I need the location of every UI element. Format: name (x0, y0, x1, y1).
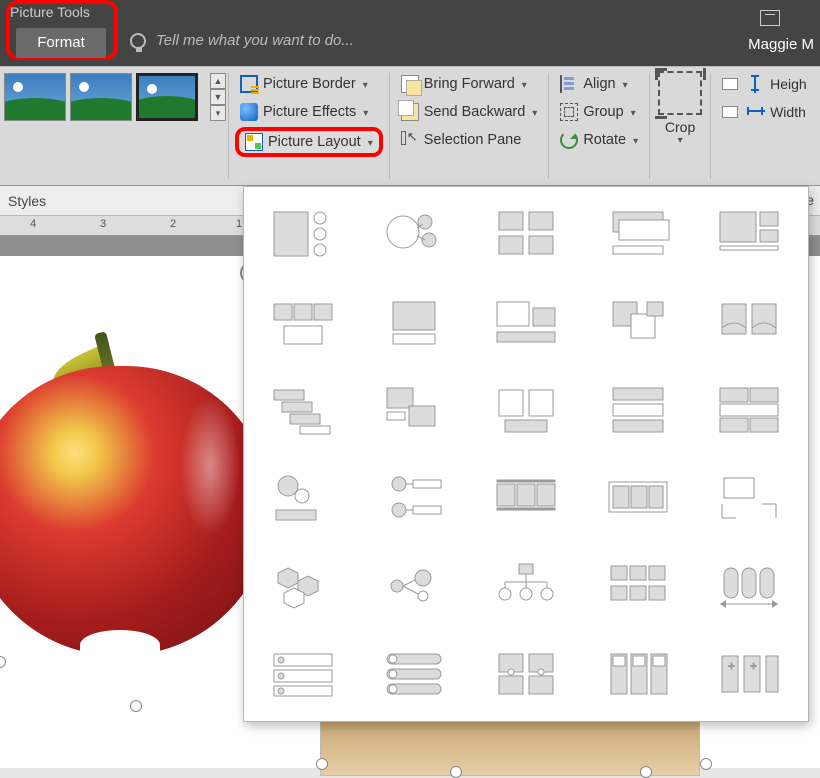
border-icon (240, 75, 258, 93)
chevron-down-icon (621, 76, 628, 92)
ribbon: ▲▼▾ Picture Border Picture Effects Pictu… (0, 66, 820, 186)
layout-option-three-rows[interactable] (587, 371, 689, 449)
layout-option-circle-list[interactable] (252, 195, 354, 273)
gallery-more-button[interactable]: ▲▼▾ (210, 73, 226, 121)
styles-label[interactable]: Styles (8, 193, 46, 209)
picture-style-2[interactable] (70, 73, 132, 121)
layout-option-grid-2x2-caption[interactable] (475, 195, 577, 273)
width-icon (747, 103, 765, 121)
layout-option-wave-pair[interactable] (698, 283, 800, 361)
layout-option-stacked-captions[interactable] (587, 195, 689, 273)
tab-format[interactable]: Format (16, 28, 106, 58)
chevron-down-icon[interactable]: ▾ (658, 135, 702, 146)
chevron-down-icon (361, 104, 368, 120)
picture-layout-dropdown[interactable]: ++ (243, 186, 809, 722)
selection-handle[interactable] (316, 758, 328, 770)
layout-option-corner-frame[interactable] (698, 459, 800, 537)
width-field[interactable]: Width (717, 99, 812, 125)
layout-icon (245, 133, 263, 151)
apple-body (0, 366, 270, 656)
layout-option-plus-cards[interactable]: ++ (698, 635, 800, 713)
size-group: Heigh Width (711, 67, 818, 185)
layout-option-monitor-caption[interactable] (364, 283, 466, 361)
svg-text:+: + (750, 659, 757, 673)
selection-handle[interactable] (700, 758, 712, 770)
layout-option-bubble-cluster[interactable] (364, 195, 466, 273)
layout-option-node-small[interactable] (364, 547, 466, 625)
bring-forward-button[interactable]: Bring Forward (396, 71, 543, 97)
picture-layout-button[interactable]: Picture Layout (235, 127, 383, 157)
chevron-down-icon (361, 76, 368, 92)
effects-icon (240, 103, 258, 121)
layout-option-detail-list[interactable] (252, 635, 354, 713)
ruler-mark: 1 (236, 218, 242, 230)
signed-in-user[interactable]: Maggie M (748, 36, 814, 53)
crop-group: Crop ▾ (650, 67, 710, 185)
picture-style-3-selected[interactable] (136, 73, 198, 121)
rotate-icon (560, 131, 578, 149)
picture-effects-button[interactable]: Picture Effects (235, 99, 383, 125)
layout-option-film-row[interactable] (475, 459, 577, 537)
layout-option-hex-cluster[interactable] (252, 547, 354, 625)
title-bar: Picture Tools Format Tell me what you wa… (0, 0, 820, 66)
selection-pane-button[interactable]: Selection Pane (396, 127, 543, 153)
layout-option-contact-sheet[interactable] (587, 547, 689, 625)
picture-border-button[interactable]: Picture Border (235, 71, 383, 97)
layout-option-big-small-pair[interactable] (475, 283, 577, 361)
layout-option-bubble-bar[interactable] (252, 459, 354, 537)
selection-pane-icon (401, 131, 419, 149)
send-backward-icon (401, 103, 419, 121)
crop-button[interactable] (658, 71, 702, 115)
layout-option-projector-row[interactable] (252, 283, 354, 361)
layout-option-grid-dots[interactable] (475, 635, 577, 713)
collapse-ribbon-icon[interactable] (760, 10, 780, 26)
selection-handle[interactable] (130, 700, 142, 712)
send-backward-button[interactable]: Send Backward (396, 99, 543, 125)
group-button[interactable]: Group (555, 99, 643, 125)
tell-me-placeholder: Tell me what you want to do... (156, 32, 354, 49)
tell-me-search[interactable]: Tell me what you want to do... (130, 32, 354, 49)
bring-forward-icon (401, 75, 419, 93)
layout-option-brick[interactable] (698, 371, 800, 449)
lightbulb-icon (130, 33, 146, 49)
layout-option-cascade-tabs[interactable] (252, 371, 354, 449)
align-icon (560, 75, 578, 93)
layout-option-org-chart[interactable] (475, 547, 577, 625)
ruler-mark: 4 (30, 218, 36, 230)
layout-option-bento[interactable] (698, 195, 800, 273)
height-icon (747, 75, 765, 93)
chevron-down-icon (631, 132, 638, 148)
crop-label: Crop (658, 119, 702, 135)
group-icon (560, 103, 578, 121)
layout-option-card-columns[interactable] (587, 635, 689, 713)
layout-option-overlap-squares[interactable] (587, 283, 689, 361)
picture-adjust-group: Picture Border Picture Effects Picture L… (229, 67, 389, 185)
picture-icon (722, 78, 738, 90)
ruler-mark: 3 (100, 218, 106, 230)
picture-style-1[interactable] (4, 73, 66, 121)
contextual-tab-group-label: Picture Tools (10, 4, 90, 20)
arrange-group: Bring Forward Send Backward Selection Pa… (390, 67, 549, 185)
chevron-down-icon (366, 134, 373, 150)
layout-option-pill-list[interactable] (364, 635, 466, 713)
layout-option-step-down[interactable] (364, 371, 466, 449)
svg-text:+: + (728, 659, 735, 673)
chevron-down-icon (530, 104, 537, 120)
layout-option-two-up-caption[interactable] (475, 371, 577, 449)
layout-option-film-strip[interactable] (587, 459, 689, 537)
picture-styles-gallery[interactable]: ▲▼▾ (0, 67, 228, 185)
ruler-mark: 2 (170, 218, 176, 230)
selected-image-apple[interactable] (0, 326, 280, 666)
align-button[interactable]: Align (555, 71, 643, 97)
align-group: Align Group Rotate (549, 67, 649, 185)
layout-option-node-branches[interactable] (364, 459, 466, 537)
height-field[interactable]: Heigh (717, 71, 812, 97)
rotate-button[interactable]: Rotate (555, 127, 643, 153)
picture-icon (722, 106, 738, 118)
layout-option-carousel-arrows[interactable] (698, 547, 800, 625)
chevron-down-icon (629, 104, 636, 120)
chevron-down-icon (520, 76, 527, 92)
